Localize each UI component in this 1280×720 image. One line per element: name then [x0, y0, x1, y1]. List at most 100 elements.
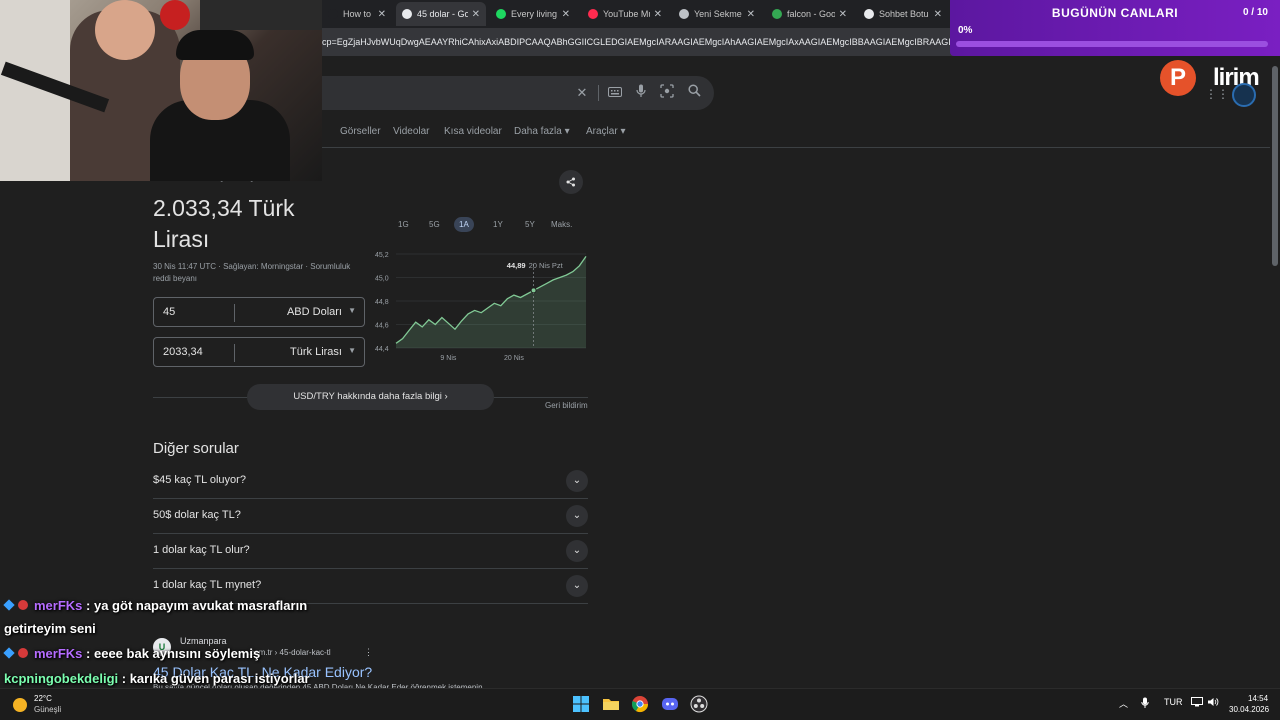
caret-down-icon[interactable]: ▼ — [348, 306, 356, 315]
browser-tab[interactable]: YouTube Mu ✕ — [582, 2, 668, 26]
tab-favicon-icon — [402, 9, 412, 19]
paa-item[interactable]: $45 kaç TL oluyor? ⌄ — [153, 464, 588, 499]
nav-tab-tools[interactable]: Araçlar ▾ — [586, 126, 625, 137]
tab-title: 45 dolar - Go — [417, 9, 468, 19]
range-1y[interactable]: 1Y — [488, 217, 508, 232]
stream-goal-count: 0 / 10 — [1242, 7, 1268, 18]
obs-icon[interactable] — [690, 695, 708, 713]
share-button[interactable] — [559, 170, 583, 194]
account-avatar[interactable] — [1232, 83, 1256, 107]
page-scrollbar[interactable] — [1270, 56, 1280, 688]
clock-date[interactable]: 30.04.2026 — [1229, 705, 1269, 714]
tab-favicon-icon — [679, 9, 689, 19]
paa-question[interactable]: $45 kaç TL oluyor? — [153, 474, 246, 486]
close-icon[interactable]: ✕ — [934, 9, 942, 20]
browser-tab[interactable]: Yeni Sekme ✕ — [673, 2, 761, 26]
close-icon[interactable]: ✕ — [839, 9, 847, 20]
paa-question[interactable]: 1 dolar kaç TL olur? — [153, 544, 250, 556]
chat-badges — [3, 646, 34, 661]
keyboard-icon[interactable] — [606, 84, 624, 102]
paa-item[interactable]: 50$ dolar kaç TL? ⌄ — [153, 499, 588, 534]
converter-source-info: 30 Nis 11:47 UTC · Sağlayan: Morningstar… — [153, 262, 351, 283]
chevron-down-icon[interactable]: ⌄ — [566, 540, 588, 562]
caret-down-icon[interactable]: ▼ — [348, 346, 356, 355]
webcam-decor — [160, 0, 190, 30]
stream-goal-overlay: BUGÜNÜN CANLARI 0 / 10 0% — [950, 0, 1280, 56]
exchange-rate-chart[interactable]: 45,2 45,0 44,8 44,6 44,4 9 Nis 20 Nis 44,89 20 N… — [368, 244, 590, 366]
chat-text: getirteyim seni — [4, 621, 96, 636]
close-icon[interactable]: ✕ — [654, 9, 662, 20]
range-5y[interactable]: 5Y — [520, 217, 540, 232]
microphone-icon[interactable] — [632, 84, 650, 102]
from-currency-row: 45 ABD Doları ▼ — [153, 297, 365, 327]
browser-tab[interactable]: falcon - Goo ✕ — [766, 2, 853, 26]
chrome-icon[interactable] — [631, 695, 649, 713]
browser-tab[interactable]: How to pull ✕ — [322, 2, 392, 26]
sun-icon[interactable] — [13, 698, 27, 712]
close-icon[interactable]: ✕ — [472, 9, 480, 20]
discord-icon[interactable] — [661, 695, 679, 713]
stream-goal-title: BUGÜNÜN CANLARI — [1051, 6, 1179, 20]
browser-tab[interactable]: Sohbet Botu ✕ — [858, 2, 948, 26]
paa-question[interactable]: 50$ dolar kaç TL? — [153, 509, 241, 521]
range-max[interactable]: Maks. — [546, 217, 577, 232]
chevron-down-icon[interactable]: ⌄ — [566, 505, 588, 527]
result-site-name[interactable]: Uzmanpara — [180, 636, 227, 646]
close-icon[interactable]: ✕ — [747, 9, 755, 20]
microphone-icon[interactable] — [1141, 697, 1149, 711]
to-currency-select[interactable]: Türk Lirası — [290, 346, 342, 358]
nav-tab-images[interactable]: Görseller — [340, 126, 381, 137]
browser-tab[interactable]: Every living ✕ — [490, 2, 576, 26]
weather-description[interactable]: Güneşli — [34, 705, 61, 714]
windows-start-icon[interactable] — [572, 695, 590, 713]
scrollbar-thumb[interactable] — [1272, 66, 1278, 266]
file-explorer-icon[interactable] — [602, 695, 620, 713]
range-1d[interactable]: 1G — [393, 217, 414, 232]
chart-tooltip-date: 20 Nis Pzt — [529, 261, 564, 270]
url-text[interactable]: cp=EgZjaHJvbWUqDwgAEAAYRhiCAhixAxiABDIPC… — [322, 28, 950, 56]
language-indicator[interactable]: TUR — [1164, 697, 1183, 707]
chat-message: merFKs : eeee bak aynısını söylemiş — [3, 646, 260, 661]
more-options-icon[interactable]: ⋮ — [364, 647, 373, 658]
chevron-down-icon[interactable]: ⌄ — [566, 470, 588, 492]
volume-icon[interactable] — [1207, 697, 1219, 709]
browser-tab[interactable]: 45 dolar - Go ✕ — [396, 2, 486, 26]
paa-item[interactable]: 1 dolar kaç TL olur? ⌄ — [153, 534, 588, 569]
chart-hover-point — [530, 287, 537, 294]
clock-time[interactable]: 14:54 — [1248, 694, 1268, 703]
range-5d[interactable]: 5G — [424, 217, 445, 232]
search-input[interactable]: ✕ — [322, 76, 714, 110]
tab-favicon-icon — [328, 9, 338, 19]
chat-username: kcpningobekdeligi — [4, 671, 119, 686]
close-icon[interactable]: ✕ — [378, 9, 386, 20]
chart-y-tick-label: 44,4 — [375, 346, 389, 353]
from-currency-select[interactable]: ABD Doları — [287, 306, 342, 318]
to-amount-input[interactable]: 2033,34 — [163, 346, 203, 358]
chat-message: merFKs : ya göt napayım avukat masraflar… — [3, 598, 307, 613]
to-currency-row: 2033,34 Türk Lirası ▼ — [153, 337, 365, 367]
chart-y-tick-label: 44,6 — [375, 323, 389, 330]
stream-goal-percent: 0% — [958, 25, 973, 36]
nav-tab-shorts[interactable]: Kısa videolar — [444, 126, 502, 137]
chat-badges — [3, 598, 34, 613]
weather-temperature[interactable]: 22°C — [34, 694, 52, 703]
tab-favicon-icon — [588, 9, 598, 19]
feedback-link[interactable]: Geri bildirim — [545, 401, 588, 410]
clear-icon[interactable]: ✕ — [573, 84, 591, 102]
webcam-hair — [176, 30, 254, 60]
close-icon[interactable]: ✕ — [562, 9, 570, 20]
lens-icon[interactable] — [658, 84, 676, 102]
tab-favicon-icon — [864, 9, 874, 19]
paa-question[interactable]: 1 dolar kaç TL mynet? — [153, 579, 261, 591]
chevron-up-icon[interactable]: ︿ — [1119, 697, 1128, 710]
range-1m[interactable]: 1A — [454, 217, 474, 232]
result-url[interactable]: .com.tr › 45-dolar-kac-tl — [248, 648, 331, 657]
search-icon[interactable] — [685, 84, 703, 102]
nav-tab-more[interactable]: Daha fazla ▾ — [514, 126, 570, 137]
from-amount-input[interactable]: 45 — [163, 306, 175, 318]
more-info-button[interactable]: USD/TRY hakkında daha fazla bilgi › — [247, 384, 494, 410]
chevron-down-icon[interactable]: ⌄ — [566, 575, 588, 597]
chart-y-tick-label: 45,0 — [375, 276, 389, 283]
nav-tab-videos[interactable]: Videolar — [393, 126, 430, 137]
network-icon[interactable] — [1191, 697, 1203, 709]
